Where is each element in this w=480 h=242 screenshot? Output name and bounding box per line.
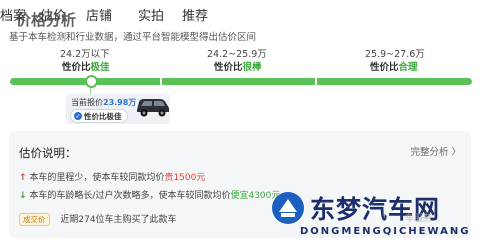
- van-icon: [137, 99, 169, 117]
- range-label-low: 24.2万以下: [60, 49, 110, 60]
- range-label-high: 25.9~27.6万: [365, 49, 425, 60]
- estimate-row: ↓ 本车的车龄略长/过户次数略多，使本车较同款均价便宜4300元: [19, 188, 280, 201]
- current-price-label: 当前报价: [71, 98, 103, 107]
- estimate-row-text: 本车的里程少，使本车较同款均价: [29, 173, 165, 183]
- deal-badge: 成交价: [19, 213, 50, 226]
- valuation-subtitle: 基于本车检测和行业数据，通过平台智能模型得出估价区间: [9, 32, 257, 43]
- estimate-row-text: 本车的车龄略长/过户次数略多，使本车较同款均价: [29, 191, 231, 201]
- rating-low: 性价比极佳: [62, 59, 110, 73]
- arrow-down-icon: ↓: [19, 191, 27, 201]
- price-scale-bar: [10, 78, 472, 85]
- current-price-marker: [85, 75, 98, 88]
- watermark-faint-text: 车服务: [405, 214, 433, 224]
- rating-prefix: 性价比: [370, 62, 399, 73]
- tab-recommend[interactable]: 推荐: [182, 5, 208, 24]
- rating-value: 很棒: [242, 62, 262, 73]
- full-analysis-link[interactable]: 完整分析 〉: [410, 144, 461, 158]
- rating-high: 性价比合理: [370, 59, 418, 73]
- rating-mid: 性价比很棒: [214, 59, 262, 73]
- tab-photos[interactable]: 实拍: [138, 5, 164, 24]
- range-label-mid: 24.2~25.9万: [207, 49, 267, 60]
- value-badge: ✓ 性价比极佳: [70, 109, 128, 123]
- watermark-logo-icon: [272, 192, 304, 224]
- deal-text: 近期274位车主购买了此款车: [60, 215, 177, 225]
- current-price: 当前报价23.98万: [71, 97, 136, 108]
- scale-divider: [315, 77, 317, 86]
- rating-value: 合理: [398, 62, 418, 73]
- page-title: 价格分析: [16, 11, 77, 29]
- estimate-row: ↑ 本车的里程少，使本车较同款均价贵1500元: [19, 170, 205, 183]
- rating-prefix: 性价比: [214, 62, 243, 73]
- tab-store[interactable]: 店铺: [86, 5, 112, 24]
- arrow-up-icon: ↑: [19, 173, 27, 183]
- estimate-title: 估价说明：: [19, 146, 77, 160]
- estimate-row-highlight: 贵1500元: [164, 173, 206, 183]
- deal-row[interactable]: 成交价 近期274位车主购买了此款车: [19, 212, 177, 226]
- watermark-subtext: DONGMENGQICHEWANG: [300, 226, 471, 237]
- rating-prefix: 性价比: [62, 62, 91, 73]
- check-icon: ✓: [74, 112, 82, 120]
- scale-divider: [160, 77, 162, 86]
- rating-value: 极佳: [90, 62, 110, 73]
- current-price-value: 23.98万: [103, 98, 137, 107]
- value-badge-text: 性价比极佳: [84, 111, 122, 121]
